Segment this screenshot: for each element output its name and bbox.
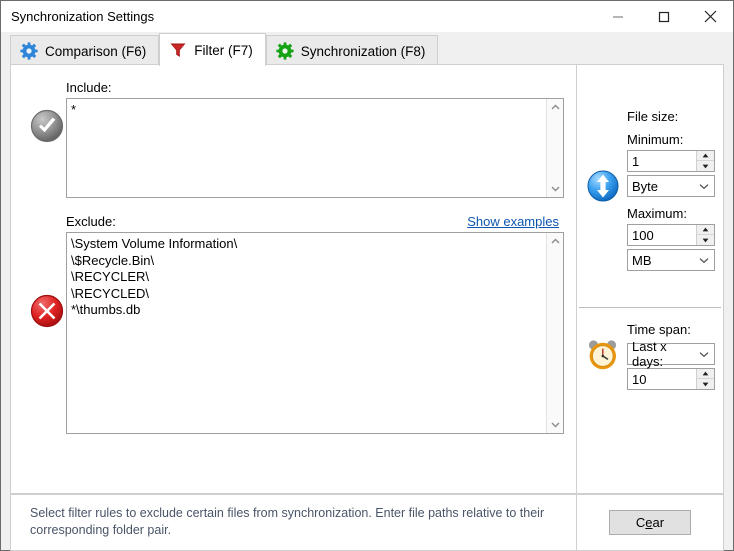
tab-synchronization-label: Synchronization (F8) [301, 44, 426, 59]
spin-down-icon[interactable] [697, 379, 714, 389]
filter-hint-text: Select filter rules to exclude certain f… [11, 495, 577, 550]
time-span-mode-select[interactable]: Last x days: [627, 343, 715, 365]
tab-comparison-label: Comparison (F6) [45, 44, 146, 59]
title-bar: Synchronization Settings [1, 1, 733, 32]
clear-accel-char: e [645, 515, 652, 530]
minimum-size-stepper[interactable]: 1 [627, 150, 715, 172]
maximum-label: Maximum: [627, 206, 723, 221]
exclude-header: Exclude: Show examples [66, 214, 564, 232]
maximum-size-spin-buttons[interactable] [696, 225, 714, 245]
minimum-size-spin-buttons[interactable] [696, 151, 714, 171]
chevron-down-icon[interactable] [694, 183, 714, 190]
exclude-value[interactable]: \System Volume Information\ \$Recycle.Bi… [67, 233, 546, 433]
green-gear-icon [276, 42, 294, 60]
filter-panel: Include: * [10, 64, 724, 494]
time-span-spin-buttons[interactable] [696, 369, 714, 389]
tab-filter-label: Filter (F7) [194, 43, 253, 58]
blue-gear-icon [20, 42, 38, 60]
tab-filter[interactable]: Filter (F7) [159, 33, 266, 66]
window-title: Synchronization Settings [1, 9, 595, 24]
blue-updown-arrow-icon [586, 169, 620, 203]
include-scrollbar[interactable] [546, 99, 563, 197]
scroll-down-icon[interactable] [547, 416, 564, 433]
time-span-section: Time span: Last x days: 10 [577, 308, 723, 390]
include-value[interactable]: * [67, 99, 546, 197]
alarm-clock-icon [586, 337, 620, 371]
minimum-label: Minimum: [627, 132, 723, 147]
maximum-unit-value[interactable]: MB [628, 253, 694, 268]
tab-strip: Comparison (F6) Filter (F7) [1, 32, 733, 65]
close-button[interactable] [687, 2, 733, 32]
spin-up-icon[interactable] [697, 225, 714, 235]
time-span-days-stepper[interactable]: 10 [627, 368, 715, 390]
exclude-scrollbar[interactable] [546, 233, 563, 433]
spin-down-icon[interactable] [697, 161, 714, 171]
synchronization-settings-dialog: Synchronization Settings [0, 0, 734, 551]
filter-rules-pane: Include: * [11, 65, 577, 493]
spin-up-icon[interactable] [697, 369, 714, 379]
file-size-title: File size: [627, 109, 723, 124]
clear-button-container: Cear [577, 495, 723, 550]
maximum-size-value[interactable]: 100 [628, 225, 696, 245]
chevron-down-icon[interactable] [694, 351, 714, 358]
minimum-unit-value[interactable]: Byte [628, 179, 694, 194]
file-size-section: File size: Minimum: 1 Byte Maximum: 100 [577, 65, 723, 307]
scroll-up-icon[interactable] [547, 233, 564, 250]
show-examples-link[interactable]: Show examples [467, 214, 559, 229]
include-header: Include: [66, 80, 564, 98]
gray-check-circle-icon [29, 108, 65, 144]
scroll-down-icon[interactable] [547, 180, 564, 197]
exclude-label: Exclude: [66, 214, 116, 229]
minimum-unit-select[interactable]: Byte [627, 175, 715, 197]
maximize-button[interactable] [641, 2, 687, 32]
filter-options-pane: File size: Minimum: 1 Byte Maximum: 100 [577, 65, 723, 493]
red-x-circle-icon [29, 293, 65, 329]
red-funnel-icon [169, 41, 187, 59]
include-section: Include: * [11, 65, 576, 198]
exclude-section: Exclude: Show examples \System Volume In… [11, 198, 576, 434]
tab-synchronization[interactable]: Synchronization (F8) [266, 35, 439, 66]
maximum-size-stepper[interactable]: 100 [627, 224, 715, 246]
scroll-up-icon[interactable] [547, 99, 564, 116]
hint-row: Select filter rules to exclude certain f… [11, 494, 723, 550]
hint-row-container: Select filter rules to exclude certain f… [10, 494, 724, 551]
time-span-mode-value[interactable]: Last x days: [628, 339, 694, 369]
include-textarea[interactable]: * [66, 98, 564, 198]
spin-up-icon[interactable] [697, 151, 714, 161]
minimize-button[interactable] [595, 2, 641, 32]
tab-comparison[interactable]: Comparison (F6) [10, 35, 159, 66]
chevron-down-icon[interactable] [694, 257, 714, 264]
minimum-size-value[interactable]: 1 [628, 151, 696, 171]
time-span-title: Time span: [627, 322, 723, 337]
exclude-textarea[interactable]: \System Volume Information\ \$Recycle.Bi… [66, 232, 564, 434]
include-label: Include: [66, 80, 112, 95]
spin-down-icon[interactable] [697, 235, 714, 245]
clear-button[interactable]: Cear [609, 510, 691, 535]
maximum-unit-select[interactable]: MB [627, 249, 715, 271]
time-span-days-value[interactable]: 10 [628, 369, 696, 389]
